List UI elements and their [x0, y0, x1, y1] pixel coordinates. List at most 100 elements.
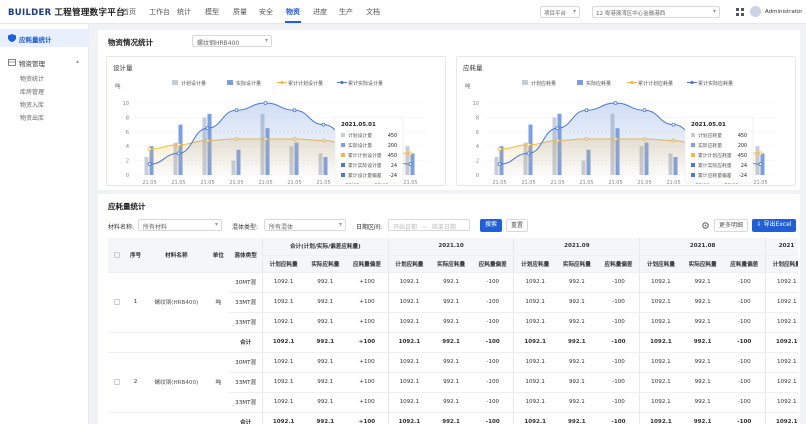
sidebar-group-label: 物资管理	[19, 60, 45, 68]
month-value: 992.1	[681, 272, 724, 293]
export-excel-button[interactable]: ⇩ 导出Excel	[752, 219, 796, 232]
col-no: 序号	[125, 238, 146, 273]
project-select[interactable]: 项目平台 ▾	[540, 6, 580, 18]
tooltip-value: 450	[738, 133, 747, 139]
x-tick-label: 21.05	[753, 180, 767, 186]
material-select[interactable]: 螺纹钢HRB400 ▾	[192, 35, 272, 47]
y-tick-label: 8	[476, 115, 479, 121]
consumption-chart: 应耗量 吨计划应耗量 实际应耗量 累计计划应耗量 累计实际应耗量 0 2 4 6 8 10 21.0…	[456, 56, 796, 186]
sidebar-item-1[interactable]: 库房管理	[20, 87, 44, 96]
col-sub: 计划应耗量	[262, 255, 305, 273]
legend-dot	[690, 80, 694, 85]
total-value: 1092.1	[262, 392, 305, 413]
tooltip-value: 450	[388, 133, 397, 139]
month-value: 1092.1	[765, 312, 798, 333]
month-value: 1092.1	[765, 272, 798, 293]
sidebar-item-active[interactable]: 应耗量统计	[0, 29, 89, 47]
x-tick-label: 21.05	[666, 180, 680, 186]
sidebar-item-0[interactable]: 物资统计	[20, 74, 44, 83]
tooltip-value: -24	[389, 173, 397, 179]
col-group-3: 2021	[765, 238, 798, 256]
table-wrapper: 序号 材料名称 单位 混体类型 合计(计划/实际/偏差应耗量) 2021.10 2021.0…	[108, 238, 798, 424]
total-value: 1092.1	[262, 352, 305, 373]
month-value: 992.1	[430, 292, 473, 313]
legend-label: 实际设计量	[236, 80, 261, 87]
nav-tab-3[interactable]: 模型	[205, 7, 219, 17]
search-button[interactable]: 搜索	[480, 219, 502, 232]
tooltip-marker	[691, 143, 695, 147]
month-value: 1092.1	[388, 372, 431, 393]
nav-tab-8[interactable]: 生产	[339, 7, 353, 17]
col-group-0: 2021.10	[388, 238, 515, 256]
date-end-input[interactable]: 结束日期	[432, 224, 456, 231]
tooltip-label: 计划应耗量	[698, 132, 722, 139]
avatar[interactable]	[750, 6, 761, 17]
x-tick-label: 21.05	[608, 180, 622, 186]
material-filter-select[interactable]: 所有材料 ▾	[138, 219, 222, 231]
chart-tooltip: 2021.05.01 计划设计量 450 实际设计量 200 累计计划设计量 450 累计实际…	[334, 116, 404, 184]
tooltip-value: -24	[739, 173, 747, 179]
consumption-chart-svg: 吨计划应耗量 实际应耗量 累计计划应耗量 累计实际应耗量024681021.05 21.…	[465, 80, 775, 186]
user-name[interactable]: Administrator	[765, 9, 803, 15]
total-value: 992.1	[304, 412, 347, 424]
y-tick-label: 0	[126, 173, 129, 179]
month-value: 1092.1	[639, 312, 682, 333]
month-value: -100	[597, 312, 641, 333]
nav-tab-2[interactable]: 统计	[177, 7, 191, 17]
consumption-table: 序号 材料名称 单位 混体类型 合计(计划/实际/偏差应耗量) 2021.10 2021.0…	[108, 238, 798, 424]
export-label: 导出Excel	[763, 221, 792, 228]
line-point	[613, 101, 618, 105]
line-point	[671, 122, 676, 127]
more-details-button[interactable]: 更多明细	[714, 219, 748, 232]
nav-tab-5[interactable]: 安全	[259, 7, 273, 17]
month-value: -100	[472, 272, 515, 293]
line-point	[526, 151, 531, 156]
tooltip-label: 计划设计量	[348, 132, 372, 139]
x-tick-label: 21.05	[229, 180, 243, 186]
settings-icon[interactable]	[701, 221, 710, 230]
nav-tab-9[interactable]: 文档	[366, 7, 380, 17]
x-tick-label: 21.05	[200, 180, 214, 186]
nav-tab-4[interactable]: 质量	[233, 7, 247, 17]
tooltip-value: 450	[388, 153, 397, 159]
month-value: -100	[723, 292, 766, 313]
month-value: -100	[597, 292, 641, 313]
month-value: -100	[472, 332, 515, 353]
sidebar-item-2[interactable]: 物资入库	[20, 100, 44, 109]
line-point	[234, 108, 239, 113]
month-value: 1092.1	[513, 412, 556, 424]
month-value: 992.1	[555, 352, 598, 373]
date-start-input[interactable]: 开始日期	[393, 224, 417, 231]
reset-button[interactable]: 重置	[506, 219, 528, 232]
project-select-2-value: 12 粤港澳湾区中心金融港西	[596, 11, 666, 17]
checkbox[interactable]	[113, 251, 120, 258]
legend-item-2: 累计计划应耗量	[627, 80, 673, 87]
tooltip-marker	[691, 133, 695, 137]
date-range-picker[interactable]: 开始日期 ~ 结束日期	[388, 219, 470, 231]
col-group-1: 2021.09	[513, 238, 641, 256]
grid-icon[interactable]	[736, 8, 744, 16]
month-value: -100	[723, 372, 766, 393]
nav-tab-6[interactable]: 物资	[286, 7, 300, 17]
month-value: 1092.1	[639, 292, 682, 313]
col-sub: 计划应耗量	[765, 255, 798, 273]
project-select-2[interactable]: 12 粤港澳湾区中心金融港西 ▾	[592, 6, 720, 18]
unit-label: 吨	[465, 82, 471, 90]
sidebar-item-3[interactable]: 物资出库	[20, 113, 44, 122]
month-value: 992.1	[430, 312, 473, 333]
type-filter-select[interactable]: 所有混体 ▾	[264, 219, 346, 231]
nav-tab-0[interactable]: 首页	[122, 7, 136, 17]
month-value: 1092.1	[765, 332, 798, 353]
tooltip-value: 200	[738, 143, 747, 149]
active-tab-indicator	[285, 21, 301, 23]
month-value: 992.1	[430, 392, 473, 413]
month-value: 992.1	[681, 312, 724, 333]
legend-item-1: 实际应耗量	[577, 80, 611, 87]
nav-tab-7[interactable]: 进度	[313, 7, 327, 17]
month-value: 1092.1	[388, 392, 431, 413]
month-value: 1092.1	[639, 332, 682, 353]
nav-tab-1[interactable]: 工作台	[149, 7, 170, 17]
row-checkbox[interactable]	[113, 378, 120, 385]
row-checkbox[interactable]	[113, 298, 120, 305]
y-tick-label: 4	[476, 144, 479, 150]
